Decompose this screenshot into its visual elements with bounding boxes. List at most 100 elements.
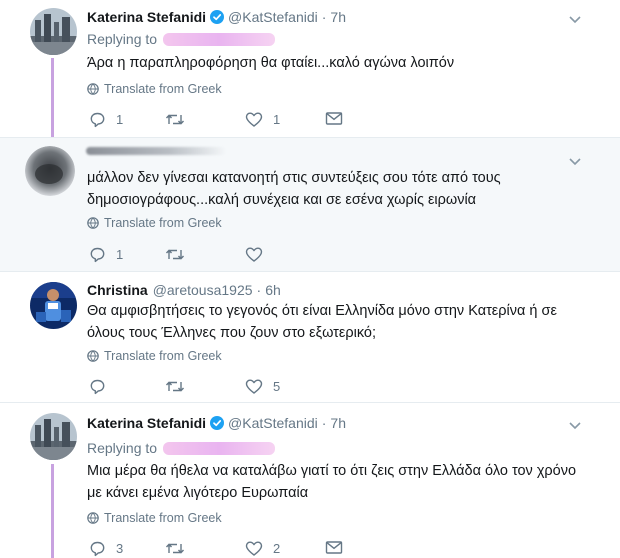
like-button[interactable]: 5 — [245, 378, 280, 395]
like-count: 2 — [273, 541, 281, 556]
tweet-text: Θα αμφισβητήσεις το γεγονός ότι είναι Ελ… — [87, 300, 607, 344]
tweet-text: μάλλον δεν γίνεσαι κατανοητή στις συντεύ… — [87, 167, 587, 211]
direct-message-button[interactable] — [325, 111, 343, 126]
tweet-text: Μια μέρα θα ήθελα να καταλάβω γιατί το ό… — [87, 460, 607, 504]
like-icon — [245, 247, 263, 262]
thread-line — [51, 464, 54, 558]
avatar-christina[interactable] — [30, 282, 77, 329]
timestamp[interactable]: 7h — [330, 9, 346, 25]
retweet-button[interactable] — [165, 111, 195, 128]
reply-count: 1 — [116, 247, 124, 262]
translate-label[interactable]: Translate from Greek — [104, 349, 222, 363]
timestamp[interactable]: 6h — [265, 282, 281, 298]
reply-button[interactable] — [89, 378, 116, 395]
redacted-header — [86, 147, 226, 155]
tweet-text-line: δημοσιογράφους...καλή συνέχεια και σε εσ… — [87, 192, 477, 208]
display-name[interactable]: Christina — [87, 282, 148, 298]
tweet-header: Christina @aretousa1925 · 6h — [87, 282, 281, 298]
retweet-button[interactable] — [165, 378, 195, 395]
replying-to-label: Replying to — [87, 440, 158, 456]
tweet-2[interactable]: μάλλον δεν γίνεσαι κατανοητή στις συντεύ… — [0, 138, 620, 271]
chevron-down-icon[interactable] — [568, 154, 582, 166]
translate-link[interactable]: Translate from Greek — [87, 82, 222, 96]
verified-icon — [210, 416, 225, 430]
replying-to: Replying to — [87, 31, 276, 47]
like-icon — [245, 541, 263, 556]
retweet-icon — [165, 249, 185, 260]
translate-label[interactable]: Translate from Greek — [104, 82, 222, 96]
tweet-4[interactable]: Katerina Stefanidi @KatStefanidi · 7h Re… — [0, 403, 620, 558]
reply-count: 3 — [116, 541, 124, 556]
reply-button[interactable]: 1 — [89, 246, 123, 263]
avatar-image — [25, 146, 75, 196]
tweet-actions: 3 2 — [87, 540, 387, 558]
reply-count: 1 — [116, 112, 124, 127]
tweet-text-line: με κάνει εμένα λιγότερο Ευρωπαία — [87, 485, 309, 501]
handle[interactable]: @KatStefanidi — [228, 9, 318, 25]
separator-dot: · — [256, 282, 262, 298]
avatar-image — [30, 413, 77, 460]
globe-icon — [87, 512, 99, 524]
separator-dot: · — [321, 415, 327, 431]
display-name[interactable]: Katerina Stefanidi — [87, 415, 206, 431]
globe-icon — [87, 217, 99, 229]
handle[interactable]: @KatStefanidi — [228, 415, 318, 431]
chevron-down-icon[interactable] — [568, 418, 582, 430]
timestamp[interactable]: 7h — [330, 415, 346, 431]
like-icon — [245, 112, 263, 127]
tweet-header: Katerina Stefanidi @KatStefanidi · 7h — [87, 415, 346, 431]
like-count: 5 — [273, 379, 281, 394]
reply-button[interactable]: 1 — [89, 111, 123, 128]
tweet-text-line: μάλλον δεν γίνεσαι κατανοητή στις συντεύ… — [87, 170, 501, 186]
tweet-actions: 5 — [87, 378, 387, 398]
redacted-username[interactable] — [163, 32, 276, 46]
like-icon — [245, 379, 263, 394]
like-count: 1 — [273, 112, 281, 127]
translate-label[interactable]: Translate from Greek — [104, 216, 222, 230]
reply-icon — [90, 541, 105, 557]
retweet-button[interactable] — [165, 540, 195, 557]
retweet-icon — [165, 381, 185, 392]
replying-to: Replying to — [87, 440, 276, 456]
tweet-actions: 1 1 — [87, 111, 387, 131]
avatar-blurred[interactable] — [25, 146, 75, 196]
like-button[interactable] — [245, 246, 273, 263]
message-icon — [325, 112, 343, 125]
handle[interactable]: @aretousa1925 — [153, 282, 253, 298]
translate-link[interactable]: Translate from Greek — [87, 349, 222, 363]
display-name[interactable]: Katerina Stefanidi — [87, 9, 206, 25]
reply-button[interactable]: 3 — [89, 540, 123, 557]
replying-to-label: Replying to — [87, 31, 158, 47]
globe-icon — [87, 350, 99, 362]
tweet-1[interactable]: Katerina Stefanidi @KatStefanidi · 7h Re… — [0, 0, 620, 138]
tweet-text-line: Μια μέρα θα ήθελα να καταλάβω γιατί το ό… — [87, 463, 577, 479]
tweet-actions: 1 — [87, 246, 387, 266]
retweet-icon — [165, 543, 185, 554]
avatar-katerina[interactable] — [30, 8, 77, 55]
separator-dot: · — [321, 9, 327, 25]
tweet-text: Άρα η παραπληροφόρηση θα φταίει...καλό α… — [87, 55, 455, 71]
verified-icon — [210, 10, 225, 24]
tweet-header: Katerina Stefanidi @KatStefanidi · 7h — [87, 9, 346, 25]
tweet-text-line: Θα αμφισβητήσεις το γεγονός ότι είναι Ελ… — [87, 303, 557, 319]
redacted-username[interactable] — [163, 441, 276, 455]
direct-message-button[interactable] — [325, 540, 343, 555]
globe-icon — [87, 83, 99, 95]
translate-link[interactable]: Translate from Greek — [87, 216, 222, 230]
translate-label[interactable]: Translate from Greek — [104, 511, 222, 525]
like-button[interactable]: 1 — [245, 111, 280, 128]
avatar-image — [30, 8, 77, 55]
like-button[interactable]: 2 — [245, 540, 280, 557]
reply-icon — [90, 112, 105, 128]
retweet-button[interactable] — [165, 246, 195, 263]
avatar-image — [30, 282, 77, 329]
thread-line — [51, 58, 54, 138]
message-icon — [325, 541, 343, 554]
avatar-katerina[interactable] — [30, 413, 77, 460]
retweet-icon — [165, 114, 185, 125]
tweet-3[interactable]: Christina @aretousa1925 · 6h Θα αμφισβητ… — [0, 272, 620, 402]
reply-icon — [90, 247, 105, 263]
translate-link[interactable]: Translate from Greek — [87, 511, 222, 525]
reply-icon — [90, 379, 105, 395]
chevron-down-icon[interactable] — [568, 12, 582, 24]
